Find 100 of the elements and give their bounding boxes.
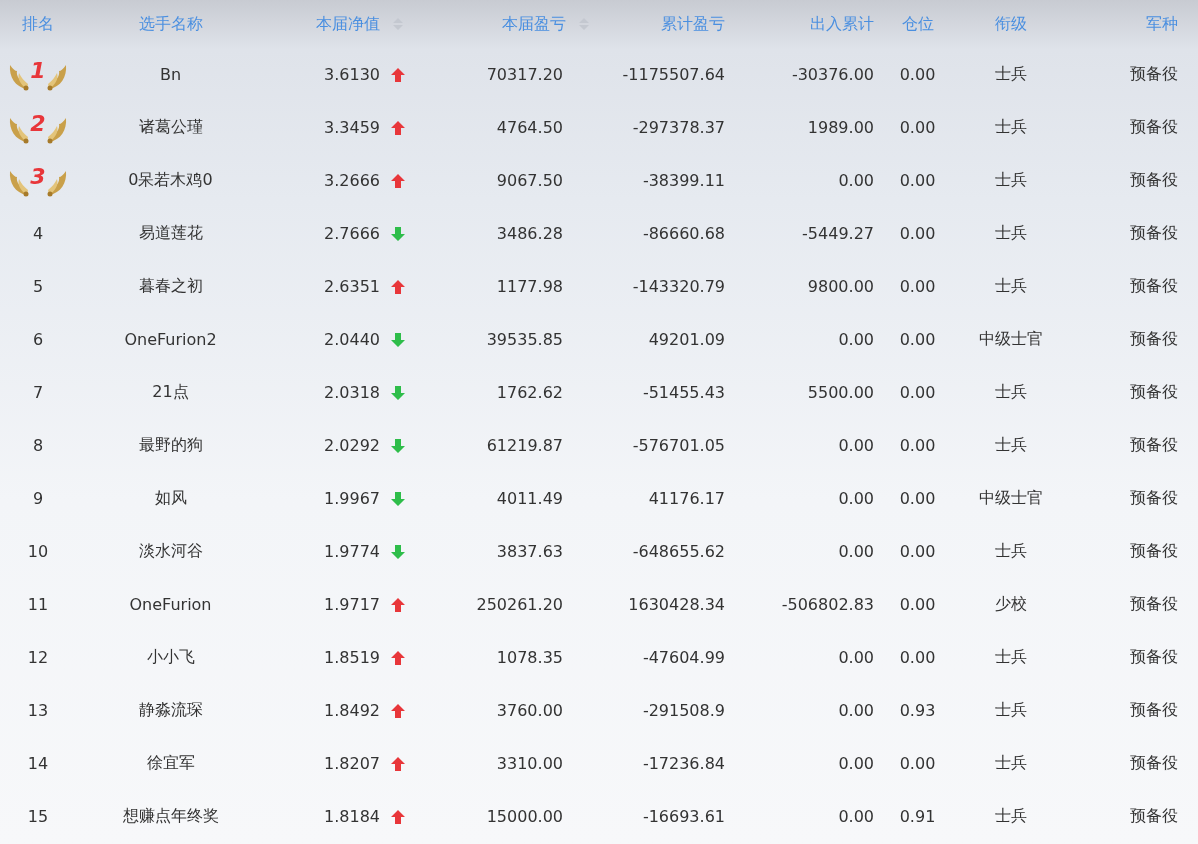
position-value: 0.00 [899,171,936,190]
in-out-value: 5500.00 [807,383,874,402]
branch-label: 预备役 [1130,276,1178,297]
cumulative-value: 41176.17 [648,489,725,508]
in-out-value: 0.00 [838,330,874,349]
branch-label: 预备役 [1130,753,1178,774]
in-out-value: 0.00 [838,489,874,508]
profit-value: 250261.20 [476,595,563,614]
profit-value: 3310.00 [496,754,563,773]
in-out-value: 1989.00 [807,118,874,137]
net-value: 1.8492 [324,701,380,720]
position-value: 0.00 [899,118,936,137]
rank-number: 3 [30,164,46,189]
grade-label: 少校 [995,594,1027,615]
cumulative-value: -648655.62 [632,542,725,561]
cumulative-value: -297378.37 [632,118,725,137]
branch-label: 预备役 [1130,541,1178,562]
net-value: 3.6130 [324,65,380,84]
player-name: 想赚点年终奖 [122,806,219,827]
net-value: 2.0292 [324,436,380,455]
rank-number: 11 [27,595,49,614]
player-name: 诸葛公瑾 [138,117,203,138]
profit-value: 3760.00 [496,701,563,720]
net-value: 2.7666 [324,224,380,243]
branch-label: 预备役 [1130,488,1178,509]
cumulative-value: -86660.68 [642,224,725,243]
branch-label: 预备役 [1130,594,1178,615]
grade-label: 士兵 [995,276,1027,297]
cumulative-value: -17236.84 [642,754,725,773]
rank-number: 13 [27,701,49,720]
player-name: 易道莲花 [138,223,203,244]
net-value: 1.8207 [324,754,380,773]
player-name: OneFurion2 [124,330,217,349]
player-name: 如风 [154,488,187,509]
position-value: 0.00 [899,224,936,243]
in-out-value: 0.00 [838,701,874,720]
player-name: OneFurion [129,595,212,614]
position-value: 0.93 [899,701,936,720]
in-out-value: 0.00 [838,754,874,773]
cumulative-value: -576701.05 [632,436,725,455]
rank-number: 5 [32,277,44,296]
profit-value: 1177.98 [496,277,563,296]
branch-label: 预备役 [1130,435,1178,456]
rank-number: 9 [32,489,44,508]
profit-value: 3486.28 [496,224,563,243]
net-value: 1.8184 [324,807,380,826]
cumulative-value: -16693.61 [642,807,725,826]
column-header: 出入累计 [809,13,875,35]
profit-value: 70317.20 [486,65,563,84]
cumulative-value: -1175507.64 [622,65,725,84]
column-header: 选手名称 [137,13,204,35]
grade-label: 中级士官 [979,488,1043,509]
in-out-value: -5449.27 [802,224,874,243]
net-value: 1.9717 [324,595,380,614]
grade-label: 士兵 [995,117,1027,138]
net-value: 2.0440 [324,330,380,349]
grade-label: 士兵 [995,223,1027,244]
grade-label: 士兵 [995,753,1027,774]
column-header[interactable]: 本届净值 [265,13,412,35]
column-header: 衔级 [994,13,1028,35]
rank-number: 10 [27,542,49,561]
grade-label: 士兵 [995,64,1027,85]
rank-number: 4 [32,224,44,243]
column-header: 仓位 [900,13,935,35]
branch-label: 预备役 [1130,806,1178,827]
column-header: 排名 [21,13,55,35]
rank-number: 1 [30,58,46,83]
profit-value: 1762.62 [496,383,563,402]
column-header[interactable]: 本届盈亏 [412,13,590,35]
in-out-value: 0.00 [838,171,874,190]
branch-label: 预备役 [1130,700,1178,721]
rank-number: 8 [32,436,44,455]
grade-label: 中级士官 [979,329,1043,350]
branch-label: 预备役 [1130,382,1178,403]
player-name: 淡水河谷 [138,541,203,562]
in-out-value: 0.00 [838,542,874,561]
player-name: 21点 [152,382,189,403]
profit-value: 4764.50 [496,118,563,137]
column-header: 累计盈亏 [660,13,726,35]
grade-label: 士兵 [995,435,1027,456]
player-name: 小小飞 [146,647,195,668]
in-out-value: 0.00 [838,648,874,667]
grade-label: 士兵 [995,541,1027,562]
branch-label: 预备役 [1130,170,1178,191]
grade-label: 士兵 [995,806,1027,827]
position-value: 0.00 [899,542,936,561]
in-out-value: 0.00 [838,436,874,455]
cumulative-value: -51455.43 [642,383,725,402]
rank-number: 14 [27,754,49,773]
cumulative-value: -143320.79 [632,277,725,296]
in-out-value: -506802.83 [781,595,874,614]
cumulative-value: -38399.11 [642,171,725,190]
in-out-value: 0.00 [838,807,874,826]
grade-label: 士兵 [995,647,1027,668]
rank-number: 7 [32,383,44,402]
net-value: 2.0318 [324,383,380,402]
profit-value: 61219.87 [486,436,563,455]
branch-label: 预备役 [1130,223,1178,244]
net-value: 3.3459 [324,118,380,137]
profit-value: 9067.50 [496,171,563,190]
